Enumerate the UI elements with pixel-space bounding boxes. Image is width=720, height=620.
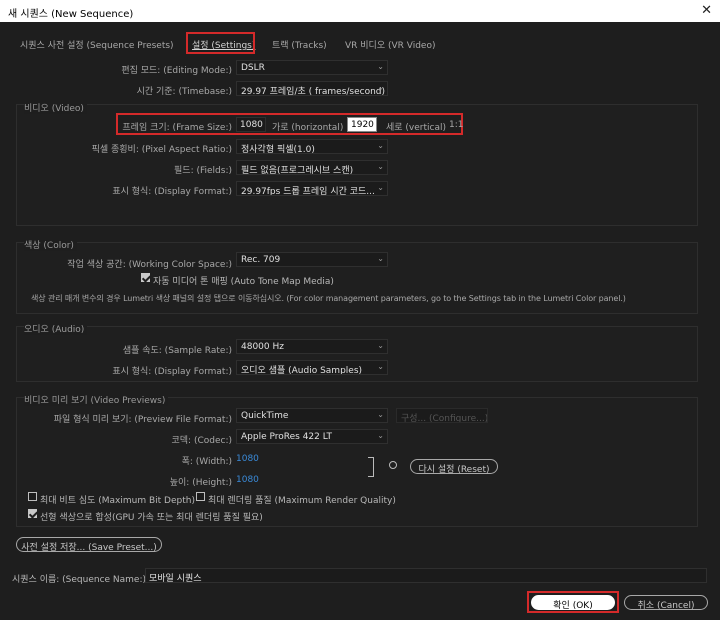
preview-width-value[interactable]: 1080 <box>236 454 259 464</box>
horizontal-label: 가로 (horizontal) <box>272 123 344 133</box>
video-display-format-label: 표시 형식: (Display Format:) <box>112 187 232 197</box>
working-color-space-value: Rec. 709 <box>241 255 281 265</box>
working-color-space-label: 작업 색상 공간: (Working Color Space:) <box>67 260 232 270</box>
chevron-down-icon: ⌄ <box>377 162 384 171</box>
codec-dropdown[interactable]: Apple ProRes 422 LT ⌄ <box>236 429 388 444</box>
chevron-down-icon: ⌄ <box>377 410 384 419</box>
working-color-space-dropdown[interactable]: Rec. 709 ⌄ <box>236 252 388 267</box>
linear-color-checkbox[interactable] <box>28 509 37 518</box>
chevron-down-icon: ⌄ <box>377 362 384 371</box>
chevron-down-icon: ⌄ <box>377 431 384 440</box>
chevron-down-icon: ⌄ <box>377 183 384 192</box>
video-display-format-dropdown[interactable]: 29.97fps 드롭 프레임 시간 코드... ⌄ <box>236 181 388 196</box>
editing-mode-label: 편집 모드: (Editing Mode:) <box>121 66 232 76</box>
tab-sequence-presets[interactable]: 시퀀스 사전 설정 (Sequence Presets) <box>20 38 174 51</box>
video-display-format-value: 29.97fps 드롭 프레임 시간 코드... <box>241 187 375 196</box>
fields-label: 필드: (Fields:) <box>174 166 232 176</box>
reset-button[interactable]: 다시 설정 (Reset) <box>410 459 498 475</box>
cancel-button[interactable]: 취소 (Cancel) <box>624 595 708 611</box>
chevron-down-icon: ⌄ <box>377 341 384 350</box>
timebase-label: 시간 기준: (Timebase:) <box>136 87 232 97</box>
max-bit-depth-label: 최대 비트 심도 (Maximum Bit Depth) <box>40 496 195 506</box>
pixel-aspect-label: 픽셀 종횡비: (Pixel Aspect Ratio:) <box>91 145 232 155</box>
fields-value: 필드 없음(프로그레시브 스캔) <box>241 166 354 175</box>
auto-tone-map-checkbox[interactable] <box>141 273 150 282</box>
preview-file-format-label: 파일 형식 미리 보기: (Preview File Format:) <box>53 415 232 425</box>
sequence-name-label: 시퀀스 이름: (Sequence Name:) <box>12 575 147 585</box>
save-preset-button[interactable]: 사전 설정 저장... (Save Preset...) <box>16 537 162 553</box>
timebase-dropdown[interactable]: 29.97 프레임/초 ( frames/second) ⌄ <box>236 81 388 96</box>
timebase-value: 29.97 프레임/초 ( frames/second) <box>241 87 386 96</box>
link-bracket <box>368 457 374 477</box>
frame-height-input[interactable]: 1920 <box>347 117 377 132</box>
sequence-name-input[interactable]: 모바일 시퀀스 <box>145 568 707 584</box>
fields-dropdown[interactable]: 필드 없음(프로그레시브 스캔) ⌄ <box>236 160 388 175</box>
tab-tracks[interactable]: 트랙 (Tracks) <box>272 38 327 51</box>
audio-display-format-dropdown[interactable]: 오디오 샘플 (Audio Samples) ⌄ <box>236 360 388 375</box>
frame-size-label: 프레임 크기: (Frame Size:) <box>122 123 232 133</box>
configure-button[interactable]: 구성... (Configure...) <box>396 408 488 423</box>
chevron-down-icon: ⌄ <box>377 62 384 71</box>
aspect-ratio-text: 1:1 <box>449 120 464 130</box>
preview-file-format-dropdown[interactable]: QuickTime ⌄ <box>236 408 388 423</box>
title-bar: 새 시퀀스 (New Sequence) ✕ <box>0 0 720 22</box>
preview-file-format-value: QuickTime <box>241 411 289 421</box>
preview-width-label: 폭: (Width:) <box>181 457 232 467</box>
audio-display-format-label: 표시 형식: (Display Format:) <box>112 367 232 377</box>
window-title: 새 시퀀스 (New Sequence) <box>8 9 134 20</box>
ok-button[interactable]: 확인 (OK) <box>531 595 615 611</box>
link-icon[interactable] <box>389 461 397 469</box>
sample-rate-label: 샘플 속도: (Sample Rate:) <box>122 346 232 356</box>
video-section-title: 비디오 (Video) <box>24 101 87 114</box>
chevron-down-icon: ⌄ <box>377 83 384 92</box>
linear-color-label: 선형 색상으로 합성(GPU 가속 또는 최대 렌더링 품질 필요) <box>40 513 263 523</box>
pixel-aspect-dropdown[interactable]: 정사각형 픽셀(1.0) ⌄ <box>236 139 388 154</box>
pixel-aspect-value: 정사각형 픽셀(1.0) <box>241 145 315 154</box>
color-section-title: 색상 (Color) <box>24 238 77 251</box>
audio-section-title: 오디오 (Audio) <box>24 322 88 335</box>
audio-display-format-value: 오디오 샘플 (Audio Samples) <box>241 366 363 375</box>
sample-rate-dropdown[interactable]: 48000 Hz ⌄ <box>236 339 388 354</box>
max-render-quality-label: 최대 렌더링 품질 (Maximum Render Quality) <box>208 496 396 506</box>
settings-tab-highlight <box>186 32 255 54</box>
video-previews-section-title: 비디오 미리 보기 (Video Previews) <box>24 393 169 406</box>
editing-mode-dropdown[interactable]: DSLR ⌄ <box>236 60 388 75</box>
tab-vr-video[interactable]: VR 비디오 (VR Video) <box>345 38 435 51</box>
preview-height-label: 높이: (Height:) <box>169 478 232 488</box>
sample-rate-value: 48000 Hz <box>241 342 284 352</box>
editing-mode-value: DSLR <box>241 63 265 73</box>
max-bit-depth-checkbox[interactable] <box>28 492 37 501</box>
codec-label: 코덱: (Codec:) <box>171 436 233 446</box>
close-icon[interactable]: ✕ <box>701 3 712 18</box>
frame-width-input[interactable]: 1080 <box>236 117 266 132</box>
chevron-down-icon: ⌄ <box>377 254 384 263</box>
vertical-label: 세로 (vertical) <box>386 123 447 133</box>
max-render-quality-checkbox[interactable] <box>196 492 205 501</box>
color-management-note: 색상 관리 매개 변수의 경우 Lumetri 색상 패널의 설정 탭으로 이동… <box>31 294 626 303</box>
auto-tone-map-label: 자동 미디어 톤 매핑 (Auto Tone Map Media) <box>153 277 334 287</box>
preview-height-value[interactable]: 1080 <box>236 475 259 485</box>
codec-value: Apple ProRes 422 LT <box>241 432 333 442</box>
chevron-down-icon: ⌄ <box>377 141 384 150</box>
